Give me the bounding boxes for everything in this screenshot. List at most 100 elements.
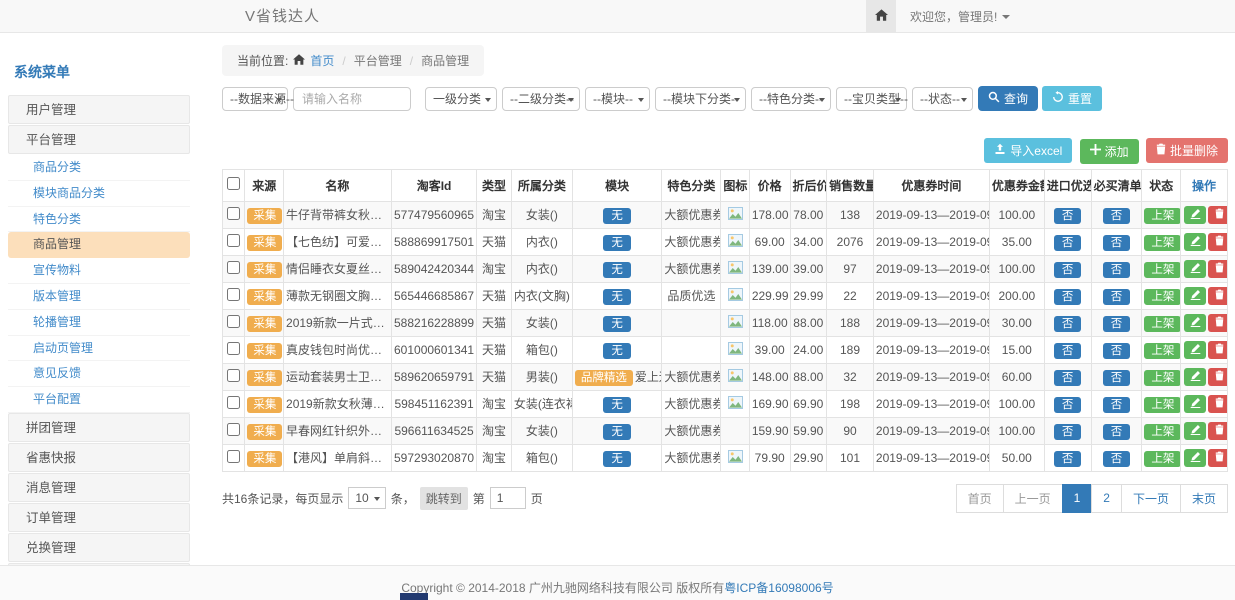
must-buy-toggle-button[interactable]: 否 xyxy=(1103,289,1131,305)
delete-button[interactable] xyxy=(1208,233,1227,251)
sidebar-item-15[interactable]: 订单管理 xyxy=(8,503,190,532)
row-checkbox[interactable] xyxy=(227,207,240,220)
import-toggle-button[interactable]: 否 xyxy=(1054,208,1082,224)
icp-link[interactable]: 粤ICP备16098006号 xyxy=(724,581,833,595)
row-checkbox[interactable] xyxy=(227,369,240,382)
must-buy-toggle-button[interactable]: 否 xyxy=(1103,451,1131,467)
filter-select-3[interactable]: --模块下分类-- xyxy=(655,87,746,111)
sidebar-item-5[interactable]: 商品管理 xyxy=(8,232,190,258)
pagination-button-2[interactable]: 1 xyxy=(1062,484,1093,513)
edit-button[interactable] xyxy=(1184,314,1206,332)
must-buy-toggle-button[interactable]: 否 xyxy=(1103,262,1131,278)
jump-button[interactable]: 跳转到 xyxy=(420,487,468,510)
row-checkbox[interactable] xyxy=(227,261,240,274)
sidebar-item-11[interactable]: 平台配置 xyxy=(8,387,190,413)
must-buy-toggle-button[interactable]: 否 xyxy=(1103,316,1131,332)
import-toggle-button[interactable]: 否 xyxy=(1054,262,1082,278)
import-excel-button[interactable]: 导入excel xyxy=(984,138,1072,163)
row-checkbox[interactable] xyxy=(227,315,240,328)
edit-button[interactable] xyxy=(1184,206,1206,224)
row-checkbox[interactable] xyxy=(227,234,240,247)
pagination-button-5[interactable]: 末页 xyxy=(1180,484,1228,513)
filter-select-1[interactable]: --二级分类-- xyxy=(502,87,580,111)
status-button[interactable]: 上架 xyxy=(1144,208,1180,224)
row-checkbox[interactable] xyxy=(227,288,240,301)
delete-button[interactable] xyxy=(1208,422,1227,440)
filter-select-5[interactable]: --宝贝类型-- xyxy=(836,87,907,111)
data-source-select[interactable]: --数据来源-- xyxy=(222,87,288,111)
delete-button[interactable] xyxy=(1208,260,1227,278)
name-search-input[interactable] xyxy=(293,87,411,111)
delete-button[interactable] xyxy=(1208,341,1227,359)
filter-select-2[interactable]: --模块-- xyxy=(585,87,650,111)
edit-button[interactable] xyxy=(1184,260,1206,278)
status-button[interactable]: 上架 xyxy=(1144,451,1180,467)
import-toggle-button[interactable]: 否 xyxy=(1054,370,1082,386)
filter-select-6[interactable]: --状态-- xyxy=(912,87,973,111)
page-number-input[interactable] xyxy=(490,487,526,509)
status-button[interactable]: 上架 xyxy=(1144,370,1180,386)
search-button[interactable]: 查询 xyxy=(978,86,1038,111)
delete-button[interactable] xyxy=(1208,368,1227,386)
status-button[interactable]: 上架 xyxy=(1144,397,1180,413)
sidebar-item-7[interactable]: 版本管理 xyxy=(8,284,190,310)
must-buy-toggle-button[interactable]: 否 xyxy=(1103,370,1131,386)
user-menu[interactable]: 欢迎您，管理员! xyxy=(910,8,1010,25)
import-toggle-button[interactable]: 否 xyxy=(1054,343,1082,359)
home-button[interactable] xyxy=(866,0,896,33)
pagination-button-0[interactable]: 首页 xyxy=(956,484,1004,513)
status-button[interactable]: 上架 xyxy=(1144,343,1180,359)
reset-button[interactable]: 重置 xyxy=(1042,86,1102,111)
status-button[interactable]: 上架 xyxy=(1144,316,1180,332)
edit-button[interactable] xyxy=(1184,449,1206,467)
must-buy-toggle-button[interactable]: 否 xyxy=(1103,235,1131,251)
sidebar-item-0[interactable]: 用户管理 xyxy=(8,95,190,124)
batch-delete-button[interactable]: 批量删除 xyxy=(1146,138,1228,163)
import-toggle-button[interactable]: 否 xyxy=(1054,451,1082,467)
edit-button[interactable] xyxy=(1184,341,1206,359)
pagination-button-4[interactable]: 下一页 xyxy=(1121,484,1181,513)
delete-button[interactable] xyxy=(1208,314,1227,332)
select-all-checkbox[interactable] xyxy=(227,177,240,190)
import-toggle-button[interactable]: 否 xyxy=(1054,289,1082,305)
delete-button[interactable] xyxy=(1208,206,1227,224)
sidebar-item-14[interactable]: 消息管理 xyxy=(8,473,190,502)
edit-button[interactable] xyxy=(1184,233,1206,251)
import-toggle-button[interactable]: 否 xyxy=(1054,397,1082,413)
must-buy-toggle-button[interactable]: 否 xyxy=(1103,343,1131,359)
status-button[interactable]: 上架 xyxy=(1144,235,1180,251)
edit-button[interactable] xyxy=(1184,368,1206,386)
row-checkbox[interactable] xyxy=(227,450,240,463)
delete-button[interactable] xyxy=(1208,287,1227,305)
add-button[interactable]: 添加 xyxy=(1080,139,1139,164)
sidebar-item-12[interactable]: 拼团管理 xyxy=(8,413,190,442)
filter-select-0[interactable]: 一级分类 xyxy=(425,87,497,111)
sidebar-item-6[interactable]: 宣传物料 xyxy=(8,258,190,284)
row-checkbox[interactable] xyxy=(227,342,240,355)
must-buy-toggle-button[interactable]: 否 xyxy=(1103,397,1131,413)
edit-button[interactable] xyxy=(1184,422,1206,440)
sidebar-item-10[interactable]: 意见反馈 xyxy=(8,361,190,387)
row-checkbox[interactable] xyxy=(227,423,240,436)
import-toggle-button[interactable]: 否 xyxy=(1054,424,1082,440)
sidebar-item-2[interactable]: 商品分类 xyxy=(8,155,190,181)
must-buy-toggle-button[interactable]: 否 xyxy=(1103,208,1131,224)
status-button[interactable]: 上架 xyxy=(1144,424,1180,440)
sidebar-item-3[interactable]: 模块商品分类 xyxy=(8,181,190,207)
row-checkbox[interactable] xyxy=(227,396,240,409)
sidebar-item-4[interactable]: 特色分类 xyxy=(8,207,190,233)
pagination-button-1[interactable]: 上一页 xyxy=(1003,484,1063,513)
delete-button[interactable] xyxy=(1208,395,1227,413)
edit-button[interactable] xyxy=(1184,395,1206,413)
delete-button[interactable] xyxy=(1208,449,1227,467)
pagination-button-3[interactable]: 2 xyxy=(1091,484,1122,513)
status-button[interactable]: 上架 xyxy=(1144,262,1180,278)
filter-select-4[interactable]: --特色分类-- xyxy=(751,87,831,111)
breadcrumb-home-link[interactable]: 首页 xyxy=(310,52,334,69)
sidebar-item-8[interactable]: 轮播管理 xyxy=(8,310,190,336)
import-toggle-button[interactable]: 否 xyxy=(1054,235,1082,251)
must-buy-toggle-button[interactable]: 否 xyxy=(1103,424,1131,440)
edit-button[interactable] xyxy=(1184,287,1206,305)
sidebar-item-1[interactable]: 平台管理 xyxy=(8,125,190,154)
sidebar-item-16[interactable]: 兑换管理 xyxy=(8,533,190,562)
